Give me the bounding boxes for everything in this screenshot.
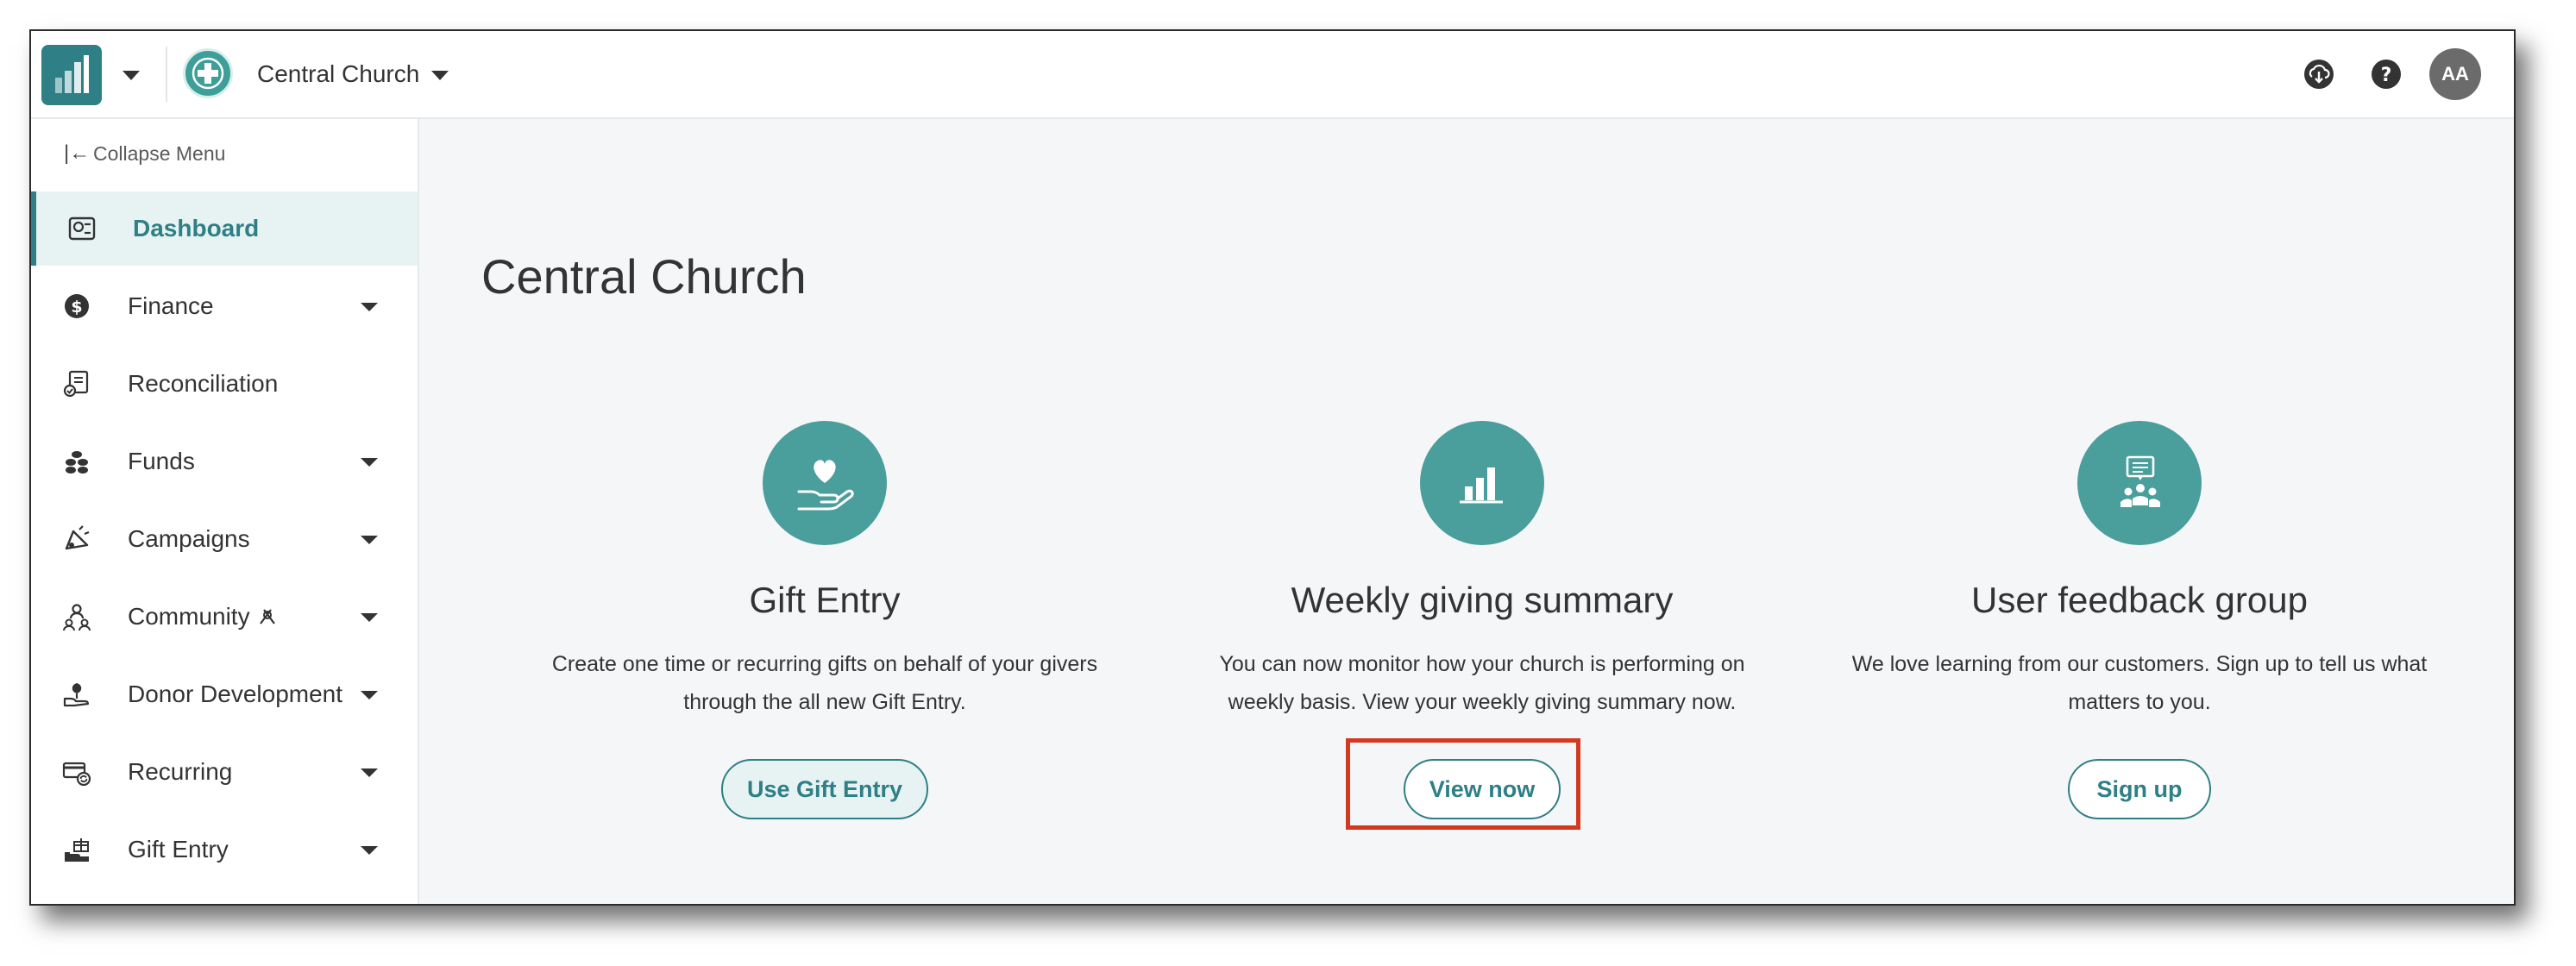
gift-entry-icon: [65, 838, 89, 862]
app-switcher-chevron-down-icon[interactable]: [116, 62, 147, 88]
campaign-icon: [65, 525, 90, 550]
card-title: User feedback group: [1971, 580, 2308, 620]
app-window: Central Church ? AA |← Collapse Menu Das…: [29, 29, 2516, 906]
card-description: We love learning from our customers. Sig…: [1851, 652, 2428, 714]
use-gift-entry-button[interactable]: Use Gift Entry: [720, 759, 929, 819]
header-divider: [166, 47, 167, 102]
sign-up-button[interactable]: Sign up: [2068, 759, 2211, 819]
highlight-annotation: [1346, 738, 1580, 830]
sidebar-item-gift-entry[interactable]: Gift Entry: [31, 812, 418, 887]
sidebar-item-label: Donor Development: [128, 681, 343, 707]
sidebar-item-label: Gift Entry: [128, 836, 229, 862]
card-title: Gift Entry: [749, 580, 901, 620]
page-title: Central Church: [481, 249, 807, 304]
sidebar-item-label: Recurring: [128, 758, 233, 785]
org-name[interactable]: Central Church: [257, 59, 419, 90]
church-cross-icon: [192, 57, 224, 90]
heart-hand-icon: [797, 460, 854, 511]
collapse-arrow-icon: |←: [64, 141, 91, 165]
card-description: You can now monitor how your church is p…: [1219, 652, 1745, 714]
sidebar: |← Collapse Menu Dashboard $ Finance Rec…: [31, 119, 419, 904]
card-description: Create one time or recurring gifts on be…: [551, 652, 1098, 714]
card-title: Weekly giving summary: [1291, 580, 1674, 620]
sidebar-item-label: Community: [128, 603, 250, 630]
donor-icon: [63, 683, 90, 707]
sidebar-item-label: Finance: [128, 292, 214, 319]
card-icon-circle: [1420, 421, 1544, 545]
org-logo: [183, 48, 233, 98]
sidebar-item-label: Dashboard: [133, 215, 260, 242]
gift-entry-card: Gift Entry Create one time or recurring …: [523, 421, 1127, 819]
sidebar-item-recurring[interactable]: Recurring: [31, 735, 418, 809]
chevron-down-icon: [361, 846, 378, 855]
collapse-menu-label: Collapse Menu: [93, 141, 226, 165]
ribbon-badge-icon: [260, 609, 275, 624]
cloud-download-icon[interactable]: [2300, 55, 2338, 93]
recurring-icon: [62, 762, 91, 787]
help-icon[interactable]: ?: [2367, 55, 2405, 93]
user-avatar[interactable]: AA: [2429, 48, 2481, 100]
funds-icon: [66, 451, 88, 474]
card-icon-circle: [2077, 421, 2202, 545]
svg-text:?: ?: [2381, 65, 2392, 86]
user-feedback-group-card: User feedback group We love learning fro…: [1838, 421, 2441, 819]
app-logo[interactable]: [41, 45, 102, 105]
chevron-down-icon: [361, 768, 378, 777]
collapse-menu-button[interactable]: |← Collapse Menu: [64, 136, 225, 171]
chevron-down-icon: [361, 458, 378, 467]
dollar-icon: $: [65, 294, 89, 318]
app-logo-icon: [55, 55, 89, 93]
svg-text:$: $: [71, 298, 82, 317]
sidebar-item-dashboard[interactable]: Dashboard: [31, 191, 418, 266]
sidebar-item-reconciliation[interactable]: Reconciliation: [31, 347, 418, 421]
sidebar-item-donor-development[interactable]: Donor Development: [31, 657, 418, 731]
chevron-down-icon: [361, 303, 378, 311]
sidebar-item-campaigns[interactable]: Campaigns: [31, 502, 418, 576]
community-icon: [63, 604, 91, 631]
reconciliation-icon: [63, 370, 89, 398]
org-switcher-chevron-down-icon[interactable]: [424, 62, 456, 88]
chevron-down-icon: [361, 536, 378, 544]
chevron-down-icon: [361, 691, 378, 699]
sidebar-item-community[interactable]: Community: [31, 580, 418, 654]
sidebar-item-finance[interactable]: $ Finance: [31, 269, 418, 343]
feedback-group-icon: [2120, 455, 2160, 507]
bar-chart-icon: [1460, 467, 1503, 504]
sidebar-item-label: Campaigns: [128, 525, 250, 552]
dashboard-icon: [68, 216, 96, 241]
sidebar-item-funds[interactable]: Funds: [31, 424, 418, 499]
card-icon-circle: [763, 421, 887, 545]
chevron-down-icon: [361, 613, 378, 622]
top-bar: Central Church ? AA: [31, 31, 2514, 119]
sidebar-item-label: Funds: [128, 448, 195, 474]
sidebar-item-label: Reconciliation: [128, 370, 279, 397]
